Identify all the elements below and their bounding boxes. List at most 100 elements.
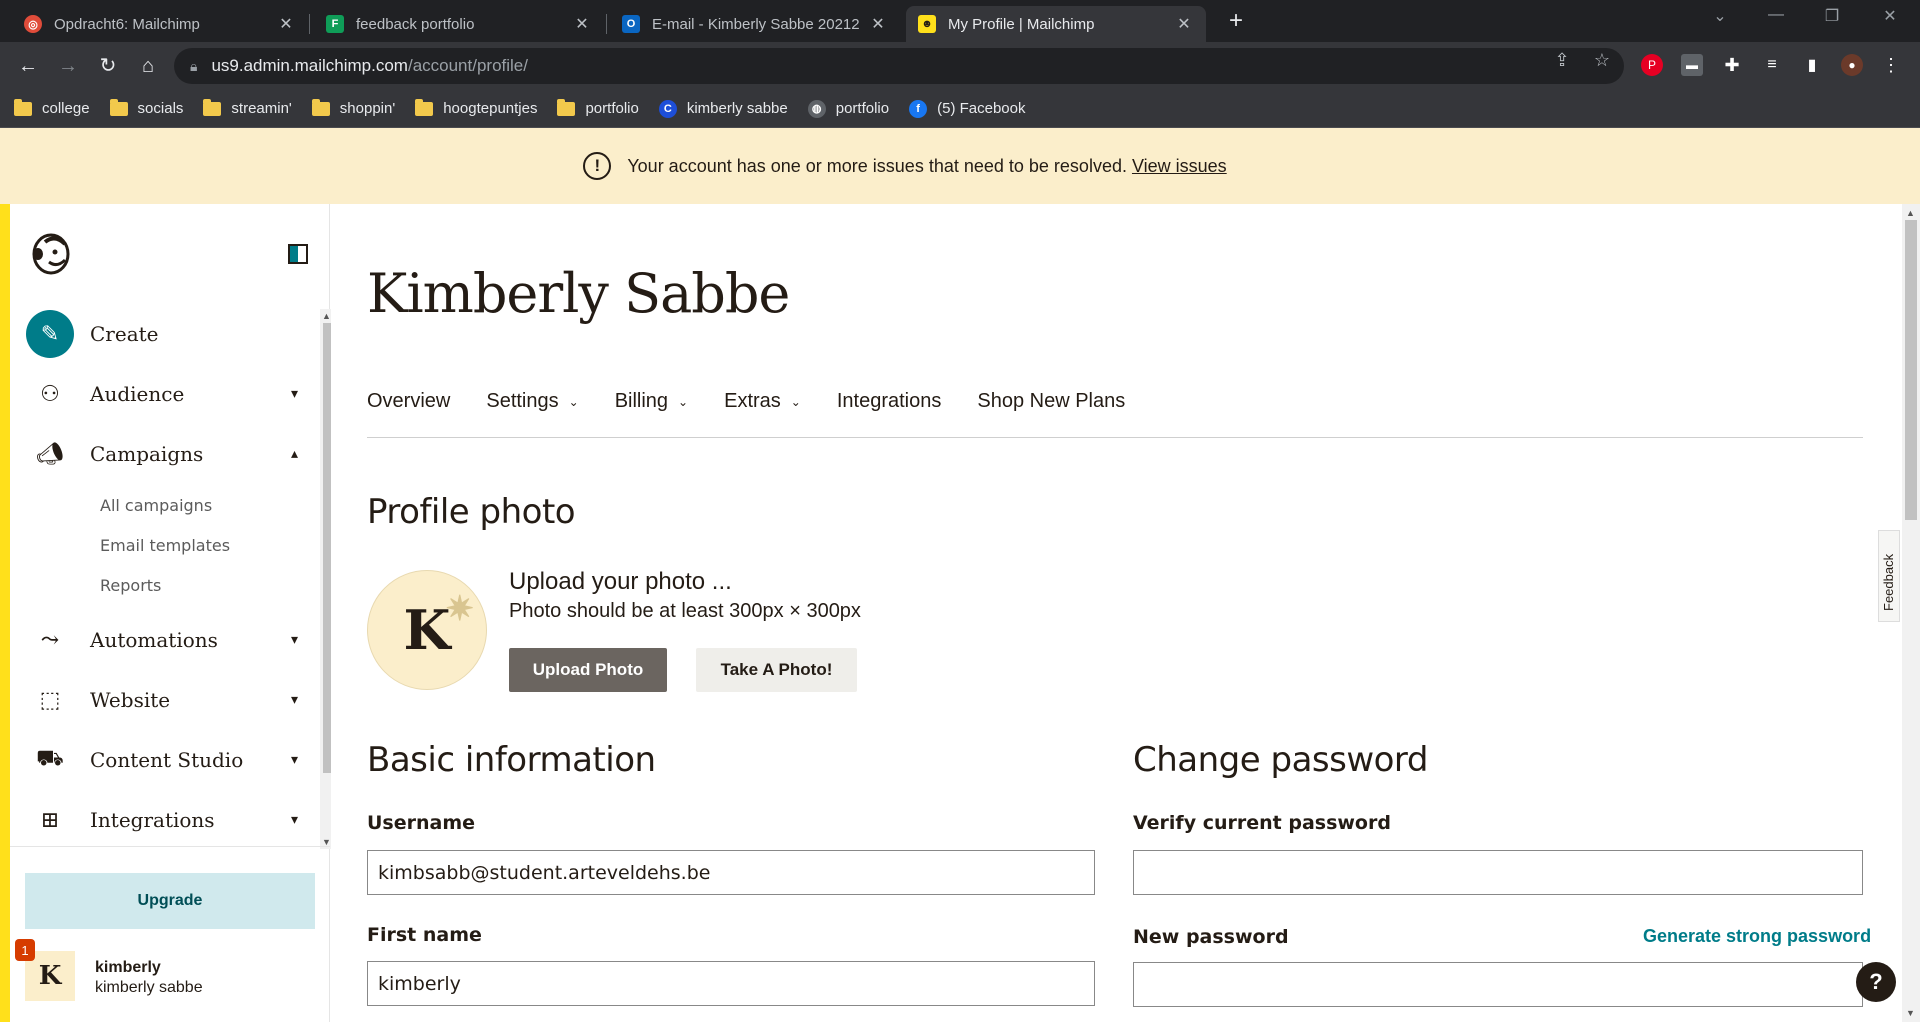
bookmark-label: kimberly sabbe [686, 100, 788, 117]
bookmark-label: college [42, 100, 90, 117]
sidebar-item-create[interactable]: ✎ Create [26, 310, 306, 358]
new-tab-button[interactable]: + [1222, 8, 1250, 36]
collapse-sidebar-icon[interactable] [288, 244, 308, 264]
close-tab-icon[interactable]: ✕ [572, 14, 592, 34]
bookmark-folder[interactable]: hoogtepuntjes [415, 98, 537, 117]
reload-icon[interactable]: ↻ [94, 52, 122, 80]
profile-avatar-icon[interactable]: ● [1841, 54, 1863, 76]
account-username: kimberly [95, 959, 161, 976]
basic-info-heading: Basic information [367, 740, 656, 780]
account-full-name: kimberly sabbe [95, 979, 203, 996]
media-control-icon[interactable]: ≡ [1761, 54, 1783, 76]
take-photo-button[interactable]: Take A Photo! [696, 648, 857, 692]
account-issues-banner: ! Your account has one or more issues th… [0, 128, 1920, 204]
address-bar[interactable]: 🔒︎ us9.admin.mailchimp.com/account/profi… [174, 48, 1624, 84]
scrollbar-thumb[interactable] [1905, 220, 1917, 520]
sidebar: ▲ ▼ ✎ Create ⚇ Audience ▾ 📣︎ Campaigns ▴… [10, 204, 336, 1022]
account-menu[interactable]: K 1 kimberly kimberly sabbe [15, 939, 315, 1007]
bookmark-link[interactable]: ◍ portfolio [807, 99, 889, 118]
home-icon[interactable]: ⌂ [134, 52, 162, 80]
tab-title: Opdracht6: Mailchimp [54, 15, 200, 33]
tab-search-icon[interactable]: ⌄ [1700, 6, 1740, 26]
browser-tab-bar: ◎ Opdracht6: Mailchimp ✕ F feedback port… [0, 0, 1920, 42]
chevron-down-icon: ⌄ [790, 394, 801, 409]
username-field[interactable]: kimbsabb@student.arteveldehs.be [367, 850, 1095, 895]
bookmark-label: streamin' [231, 100, 292, 117]
bookmark-folder[interactable]: shoppin' [311, 98, 396, 117]
upgrade-button[interactable]: Upgrade [25, 873, 315, 929]
forward-icon[interactable]: → [54, 52, 82, 80]
browser-tab[interactable]: O E-mail - Kimberly Sabbe 2021235 ✕ [610, 6, 900, 42]
extension-icon[interactable]: ▬ [1681, 54, 1703, 76]
chevron-down-icon: ▾ [290, 386, 298, 402]
tab-overview[interactable]: Overview [367, 390, 450, 413]
url-host: us9.admin.mailchimp.com [211, 56, 408, 75]
browser-tab[interactable]: F feedback portfolio ✕ [314, 6, 604, 42]
chevron-down-icon: ⌄ [678, 394, 689, 409]
globe-icon: ◍ [807, 99, 826, 118]
feedback-tab[interactable]: Feedback [1878, 530, 1900, 622]
mailchimp-favicon-icon: ☻ [918, 15, 936, 33]
page-scrollbar[interactable]: ▲ ▼ [1902, 204, 1920, 1022]
sparkle-icon: ✷ [445, 589, 475, 629]
sidebar-subitem-reports[interactable]: Reports [100, 576, 161, 595]
first-name-field[interactable]: kimberly [367, 961, 1095, 1006]
verify-password-label: Verify current password [1133, 812, 1391, 834]
bookmark-label: shoppin' [339, 100, 396, 117]
folder-icon [109, 98, 128, 116]
close-tab-icon[interactable]: ✕ [868, 14, 888, 34]
lock-icon: 🔒︎ [190, 57, 198, 74]
browser-tab-active[interactable]: ☻ My Profile | Mailchimp ✕ [906, 6, 1206, 42]
tab-integrations[interactable]: Integrations [837, 390, 942, 413]
back-icon[interactable]: ← [14, 52, 42, 80]
sidebar-subitem-all-campaigns[interactable]: All campaigns [100, 496, 212, 515]
page-title: Kimberly Sabbe [367, 262, 790, 325]
pinterest-extension-icon[interactable]: P [1641, 54, 1663, 76]
new-password-field[interactable] [1133, 962, 1863, 1007]
sidebar-item-label: Create [90, 322, 159, 346]
extensions-puzzle-icon[interactable]: ✚ [1721, 54, 1743, 76]
browser-tab[interactable]: ◎ Opdracht6: Mailchimp ✕ [12, 6, 308, 42]
sidebar-item-automations[interactable]: ⤳ Automations ▾ [26, 616, 306, 664]
share-icon[interactable]: ⇪ [1550, 50, 1574, 71]
scroll-up-arrow-icon[interactable]: ▲ [322, 311, 331, 321]
scroll-down-arrow-icon[interactable]: ▼ [1906, 1008, 1915, 1018]
window-close-icon[interactable]: ✕ [1870, 6, 1910, 26]
verify-password-field[interactable] [1133, 850, 1863, 895]
upload-photo-button[interactable]: Upload Photo [509, 648, 667, 692]
tab-shop-new-plans[interactable]: Shop New Plans [977, 390, 1125, 413]
bookmark-link[interactable]: f (5) Facebook [909, 99, 1025, 118]
close-tab-icon[interactable]: ✕ [276, 14, 296, 34]
scroll-up-arrow-icon[interactable]: ▲ [1906, 208, 1915, 218]
sidebar-item-campaigns[interactable]: 📣︎ Campaigns ▴ [26, 430, 306, 478]
minimize-icon[interactable]: — [1756, 6, 1796, 24]
bookmark-folder[interactable]: socials [109, 98, 183, 117]
bookmark-link[interactable]: Ckimberly sabbe [658, 99, 788, 118]
tab-extras[interactable]: Extras ⌄ [724, 390, 801, 413]
sidebar-item-website[interactable]: ⬚ Website ▾ [26, 676, 306, 724]
sidebar-item-audience[interactable]: ⚇ Audience ▾ [26, 370, 306, 418]
url-path: /account/profile/ [407, 56, 528, 75]
bookmark-star-icon[interactable]: ☆ [1590, 50, 1614, 71]
bookmark-folder[interactable]: streamin' [203, 98, 292, 117]
side-panel-icon[interactable]: ▮ [1801, 54, 1823, 76]
sidebar-item-integrations[interactable]: ⊞ Integrations ▾ [26, 796, 306, 844]
browser-menu-icon[interactable]: ⋮ [1880, 54, 1902, 76]
tab-label: Overview [367, 390, 451, 412]
restore-icon[interactable]: ❐ [1812, 6, 1852, 26]
help-button[interactable]: ? [1856, 962, 1896, 1002]
sidebar-item-content-studio[interactable]: ⛟ Content Studio ▾ [26, 736, 306, 784]
folder-icon [14, 98, 32, 116]
avatar-initial: K [403, 598, 451, 662]
megaphone-icon: 📣︎ [36, 441, 64, 467]
close-tab-icon[interactable]: ✕ [1174, 14, 1194, 34]
generate-password-link[interactable]: Generate strong password [1643, 926, 1871, 947]
bookmark-folder[interactable]: portfolio [557, 98, 639, 117]
tab-billing[interactable]: Billing ⌄ [615, 390, 688, 413]
tab-title: My Profile | Mailchimp [948, 15, 1095, 33]
view-issues-link[interactable]: View issues [1132, 156, 1227, 177]
bookmark-folder[interactable]: college [14, 98, 90, 117]
mailchimp-logo-icon[interactable] [27, 228, 75, 276]
tab-settings[interactable]: Settings ⌄ [486, 390, 578, 413]
sidebar-subitem-email-templates[interactable]: Email templates [100, 536, 230, 555]
